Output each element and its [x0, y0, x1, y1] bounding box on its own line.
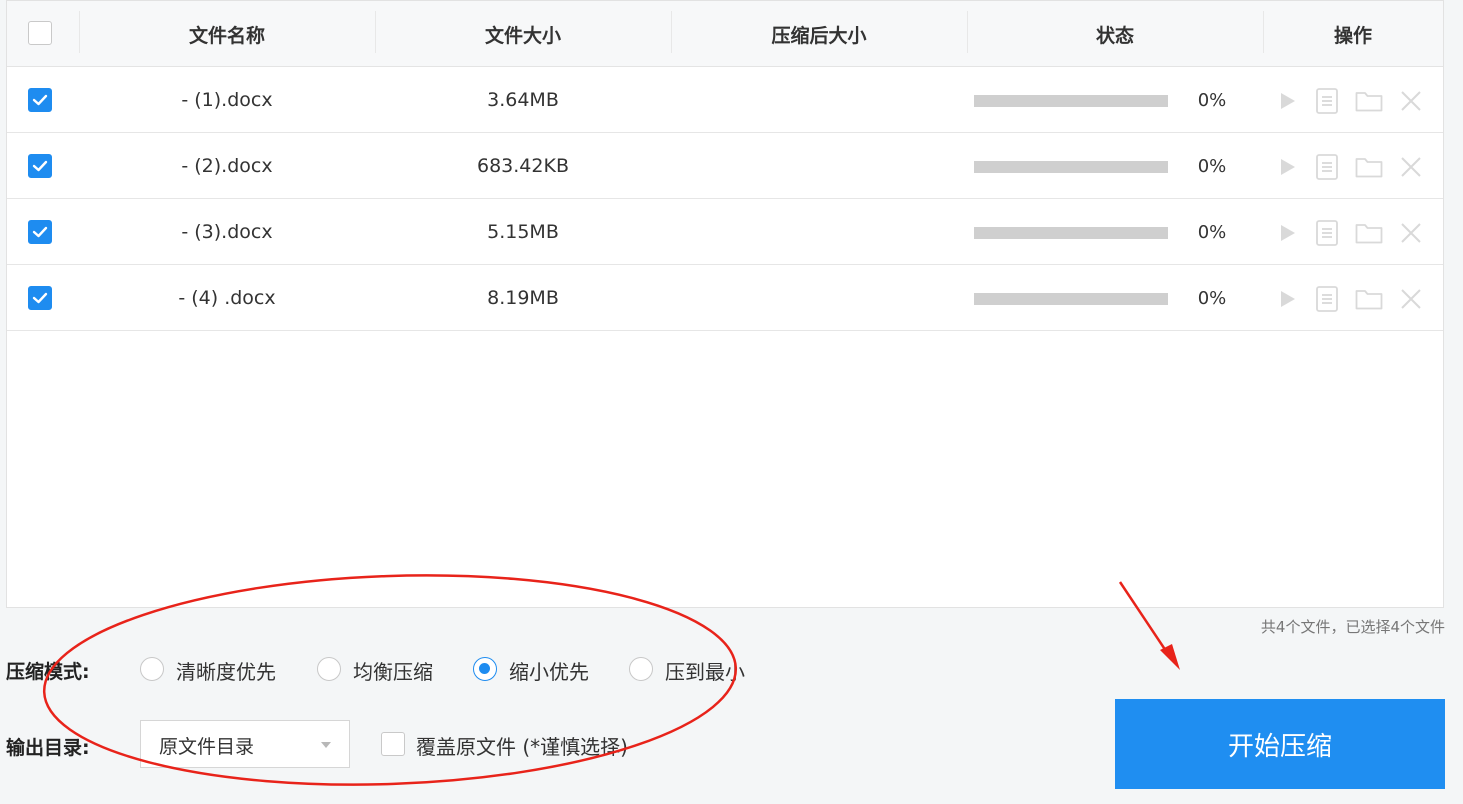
document-icon[interactable] — [1313, 220, 1341, 246]
file-size-cell: 3.64MB — [487, 89, 559, 111]
header-file-name: 文件名称 — [188, 24, 265, 47]
compressed-size-cell — [671, 265, 967, 331]
compression-mode-label: 压缩模式: — [6, 661, 90, 683]
row-checkbox[interactable] — [28, 286, 52, 310]
folder-icon[interactable] — [1355, 220, 1383, 246]
progress-percent: 0% — [1197, 287, 1227, 309]
table-row[interactable]: - (1).docx 3.64MB 0% — [7, 67, 1443, 133]
header-file-size: 文件大小 — [484, 24, 561, 47]
select-all-checkbox[interactable] — [28, 21, 52, 45]
close-icon[interactable] — [1397, 88, 1425, 114]
table-row[interactable]: - (3).docx 5.15MB 0% — [7, 199, 1443, 265]
table-row[interactable]: - (2).docx 683.42KB 0% — [7, 133, 1443, 199]
chevron-down-icon — [321, 742, 331, 748]
play-icon[interactable] — [1273, 286, 1301, 312]
header-actions: 操作 — [1333, 24, 1372, 47]
compressed-size-cell — [671, 199, 967, 265]
close-icon[interactable] — [1397, 154, 1425, 180]
mode-option-label[interactable]: 压到最小 — [665, 656, 745, 685]
mode-radio[interactable] — [629, 657, 653, 681]
output-directory-select[interactable]: 原文件目录 — [140, 720, 350, 768]
file-name-cell: - (3).docx — [181, 221, 273, 243]
close-icon[interactable] — [1397, 220, 1425, 246]
file-size-cell: 683.42KB — [477, 155, 569, 177]
mode-radio[interactable] — [140, 657, 164, 681]
folder-icon[interactable] — [1355, 88, 1383, 114]
progress-bar — [974, 95, 1168, 107]
folder-icon[interactable] — [1355, 286, 1383, 312]
file-size-cell: 5.15MB — [487, 221, 559, 243]
document-icon[interactable] — [1313, 88, 1341, 114]
compressed-size-cell — [671, 67, 967, 133]
play-icon[interactable] — [1273, 154, 1301, 180]
compressed-size-cell — [671, 133, 967, 199]
progress-bar — [974, 293, 1168, 305]
output-directory-label: 输出目录: — [6, 737, 90, 759]
mode-radio[interactable] — [317, 657, 341, 681]
play-icon[interactable] — [1273, 220, 1301, 246]
output-directory-value: 原文件目录 — [159, 736, 255, 758]
overwrite-checkbox[interactable] — [381, 732, 405, 756]
file-size-cell: 8.19MB — [487, 287, 559, 309]
mode-option-label[interactable]: 清晰度优先 — [176, 656, 276, 685]
document-icon[interactable] — [1313, 154, 1341, 180]
folder-icon[interactable] — [1355, 154, 1383, 180]
progress-bar — [974, 227, 1168, 239]
annotation-arrow-head — [1160, 644, 1180, 670]
table-row[interactable]: - (4) .docx 8.19MB 0% — [7, 265, 1443, 331]
close-icon[interactable] — [1397, 286, 1425, 312]
file-table: 文件名称 文件大小 压缩后大小 状态 操作 - (1).docx 3.64MB 0%… — [6, 0, 1444, 608]
row-checkbox[interactable] — [28, 88, 52, 112]
file-name-cell: - (2).docx — [181, 155, 273, 177]
progress-percent: 0% — [1197, 89, 1227, 111]
progress-percent: 0% — [1197, 221, 1227, 243]
progress-percent: 0% — [1197, 155, 1227, 177]
start-compress-button[interactable]: 开始压缩 — [1115, 699, 1445, 789]
header-status: 状态 — [1095, 24, 1134, 47]
mode-radio[interactable] — [473, 657, 497, 681]
file-count-summary: 共4个文件，已选择4个文件 — [1260, 618, 1445, 636]
play-icon[interactable] — [1273, 88, 1301, 114]
mode-option-label[interactable]: 缩小优先 — [509, 656, 589, 685]
mode-option-label[interactable]: 均衡压缩 — [353, 656, 433, 685]
file-name-cell: - (1).docx — [181, 89, 273, 111]
table-header: 文件名称 文件大小 压缩后大小 状态 操作 — [7, 1, 1443, 67]
document-icon[interactable] — [1313, 286, 1341, 312]
overwrite-label: 覆盖原文件 (*谨慎选择) — [416, 735, 628, 759]
progress-bar — [974, 161, 1168, 173]
header-compressed-size: 压缩后大小 — [771, 24, 867, 47]
row-checkbox[interactable] — [28, 220, 52, 244]
file-name-cell: - (4) .docx — [178, 287, 276, 309]
row-checkbox[interactable] — [28, 154, 52, 178]
